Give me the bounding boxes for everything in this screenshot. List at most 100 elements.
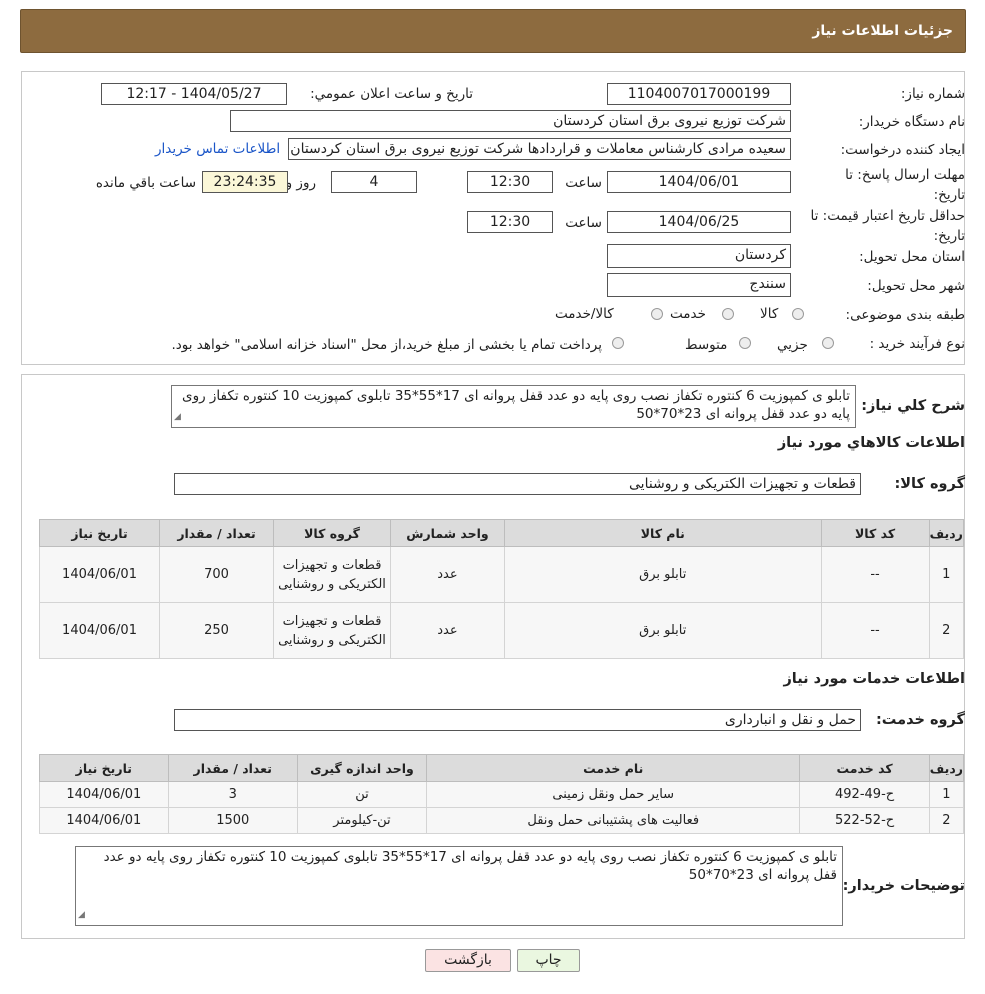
city-field: سنندج [607, 273, 791, 297]
services-cell-row: 2 [928, 807, 965, 834]
remaining-time-field: 23:24:35 [202, 171, 288, 193]
print-button[interactable]: چاپ [517, 949, 580, 972]
buyer-notes-textarea[interactable]: تابلو ی کمپوزیت 6 کنتوره تکفاز نصب روی پ… [75, 846, 843, 926]
goods-header-code: کد کالا [820, 519, 930, 547]
goods-cell-qty: 700 [159, 546, 274, 603]
services-header-qty: تعداد / مقدار [167, 754, 298, 782]
services-cell-qty: 1500 [167, 807, 298, 834]
validity-time-label: ساعت [565, 215, 602, 231]
services-table-row: 2 ح-52-522 فعالیت های پشتیبانی حمل ونقل … [39, 807, 965, 834]
buyer-notes-text: تابلو ی کمپوزیت 6 کنتوره تکفاز نصب روی پ… [103, 849, 837, 883]
category-option-goods: کالا [760, 306, 779, 322]
summary-textarea[interactable]: تابلو ی کمپوزیت 6 کنتوره تکفاز نصب روی پ… [171, 385, 856, 428]
services-table: رديف کد خدمت نام خدمت واحد اندازه گيری ت… [39, 754, 965, 834]
treasury-checkbox[interactable] [612, 337, 624, 349]
purchase-type-label: نوع فرآيند خريد : [869, 336, 965, 352]
province-field: کردستان [607, 244, 791, 268]
goods-cell-qty: 250 [159, 602, 274, 659]
services-group-field: حمل و نقل و انبارداری [174, 709, 861, 731]
back-button[interactable]: بازگشت [425, 949, 511, 972]
goods-cell-unit: عدد [389, 546, 505, 603]
resize-grip-icon: ◢ [174, 412, 181, 422]
reply-time-field: 12:30 [467, 171, 553, 193]
goods-header-group: گروه کالا [273, 519, 391, 547]
goods-header-unit: واحد شمارش [389, 519, 505, 547]
remaining-days-field: 4 [331, 171, 417, 193]
goods-table-row: 1 -- تابلو برق عدد قطعات و تجهیزات الکتر… [38, 546, 965, 603]
category-radio-goods-service[interactable] [651, 308, 663, 320]
services-cell-date: 1404/06/01 [39, 781, 169, 808]
goods-cell-unit: عدد [389, 602, 505, 659]
services-header-date: تاريخ نياز [39, 754, 169, 782]
category-option-goods-service: کالا/خدمت [555, 306, 614, 322]
purchase-radio-minor[interactable] [822, 337, 834, 349]
price-validity-label: حداقل تاريخ اعتبار قيمت: تا تاريخ: [810, 208, 965, 244]
page-header: جزئیات اطلاعات نیاز [20, 9, 966, 53]
category-radio-goods[interactable] [792, 308, 804, 320]
remaining-label: ساعت باقي مانده [95, 175, 196, 191]
goods-cell-date: 1404/06/01 [38, 602, 161, 659]
goods-header-date: تاريخ نياز [38, 519, 161, 547]
goods-header-qty: تعداد / مقدار [159, 519, 274, 547]
category-option-service: خدمت [670, 306, 706, 322]
delivery-city-label: شهر محل تحويل: [867, 278, 965, 294]
days-and-label: روز و [285, 175, 316, 191]
services-cell-code: ح-52-522 [799, 807, 930, 834]
services-cell-qty: 3 [167, 781, 298, 808]
purchase-note: پرداخت تمام یا بخشی از مبلغ خرید،از محل … [171, 337, 602, 353]
purchase-radio-medium[interactable] [739, 337, 751, 349]
services-cell-name: فعالیت های پشتیبانی حمل ونقل [426, 807, 801, 834]
summary-text: تابلو ی کمپوزیت 6 کنتوره تکفاز نصب روی پ… [182, 388, 850, 422]
services-header-row-num: رديف [928, 754, 965, 782]
reply-deadline-label: مهلت ارسال پاسخ: تا تاریخ: [845, 167, 965, 203]
need-number-field: 1104007017000199 [607, 83, 791, 105]
announce-datetime-label: تاریخ و ساعت اعلان عمومي: [310, 86, 473, 102]
services-group-label: گروه خدمت: [875, 712, 965, 728]
announce-datetime-field: 1404/05/27 - 12:17 [101, 83, 287, 105]
goods-cell-group: قطعات و تجهیزات الکتریکی و روشنایی [273, 546, 391, 603]
services-cell-row: 1 [928, 781, 965, 808]
validity-time-field: 12:30 [467, 211, 553, 233]
goods-cell-date: 1404/06/01 [38, 546, 161, 603]
goods-section-title: اطلاعات کالاهاي مورد نياز [777, 435, 965, 451]
delivery-province-label: استان محل تحويل: [859, 249, 965, 265]
goods-table-row: 2 -- تابلو برق عدد قطعات و تجهیزات الکتر… [38, 602, 965, 659]
validity-date-field: 1404/06/25 [607, 211, 791, 233]
page-title: جزئیات اطلاعات نیاز [812, 23, 953, 39]
goods-cell-group: قطعات و تجهیزات الکتریکی و روشنایی [273, 602, 391, 659]
buyer-org-label: نام دستگاه خريدار: [858, 114, 965, 130]
category-radio-service[interactable] [722, 308, 734, 320]
buyer-notes-label: توضيحات خريدار: [842, 878, 965, 894]
goods-header-name: نام کالا [503, 519, 822, 547]
summary-label: شرح کلي نياز: [861, 398, 965, 414]
reply-date-field: 1404/06/01 [607, 171, 791, 193]
category-label: طبقه بندی موضوعی: [845, 307, 965, 323]
services-cell-date: 1404/06/01 [39, 807, 169, 834]
purchase-option-medium: متوسط [685, 337, 728, 353]
goods-cell-name: تابلو برق [503, 602, 822, 659]
services-cell-name: سایر حمل ونقل زمینی [426, 781, 801, 808]
buyer-contact-link[interactable]: اطلاعات تماس خريدار [155, 141, 280, 157]
services-header-unit: واحد اندازه گيری [296, 754, 428, 782]
goods-group-field: قطعات و تجهیزات الکتریکی و روشنایی [174, 473, 861, 495]
purchase-option-minor: جزيي [777, 337, 808, 353]
services-header-code: کد خدمت [799, 754, 930, 782]
requester-field: سعیده مرادی کارشناس معاملات و قراردادها … [288, 138, 791, 160]
goods-group-label: گروه کالا: [894, 476, 965, 492]
services-cell-unit: تن-کیلومتر [296, 807, 428, 834]
goods-cell-row: 2 [928, 602, 965, 659]
goods-header-row-num: رديف [928, 519, 965, 547]
services-table-row: 1 ح-49-492 سایر حمل ونقل زمینی تن 3 1404… [39, 781, 965, 808]
services-cell-unit: تن [296, 781, 428, 808]
goods-cell-name: تابلو برق [503, 546, 822, 603]
services-section-title: اطلاعات خدمات مورد نیاز [783, 671, 965, 687]
requester-label: ايجاد کننده درخواست: [840, 142, 965, 158]
buyer-org-field: شرکت توزیع نیروی برق استان کردستان [230, 110, 791, 132]
goods-table: رديف کد کالا نام کالا واحد شمارش گروه کا… [38, 519, 965, 659]
goods-cell-code: -- [820, 546, 930, 603]
goods-cell-code: -- [820, 602, 930, 659]
reply-time-label: ساعت [565, 175, 602, 191]
services-header-name: نام خدمت [426, 754, 801, 782]
goods-cell-row: 1 [928, 546, 965, 603]
need-number-label: شماره نیاز: [900, 86, 965, 102]
